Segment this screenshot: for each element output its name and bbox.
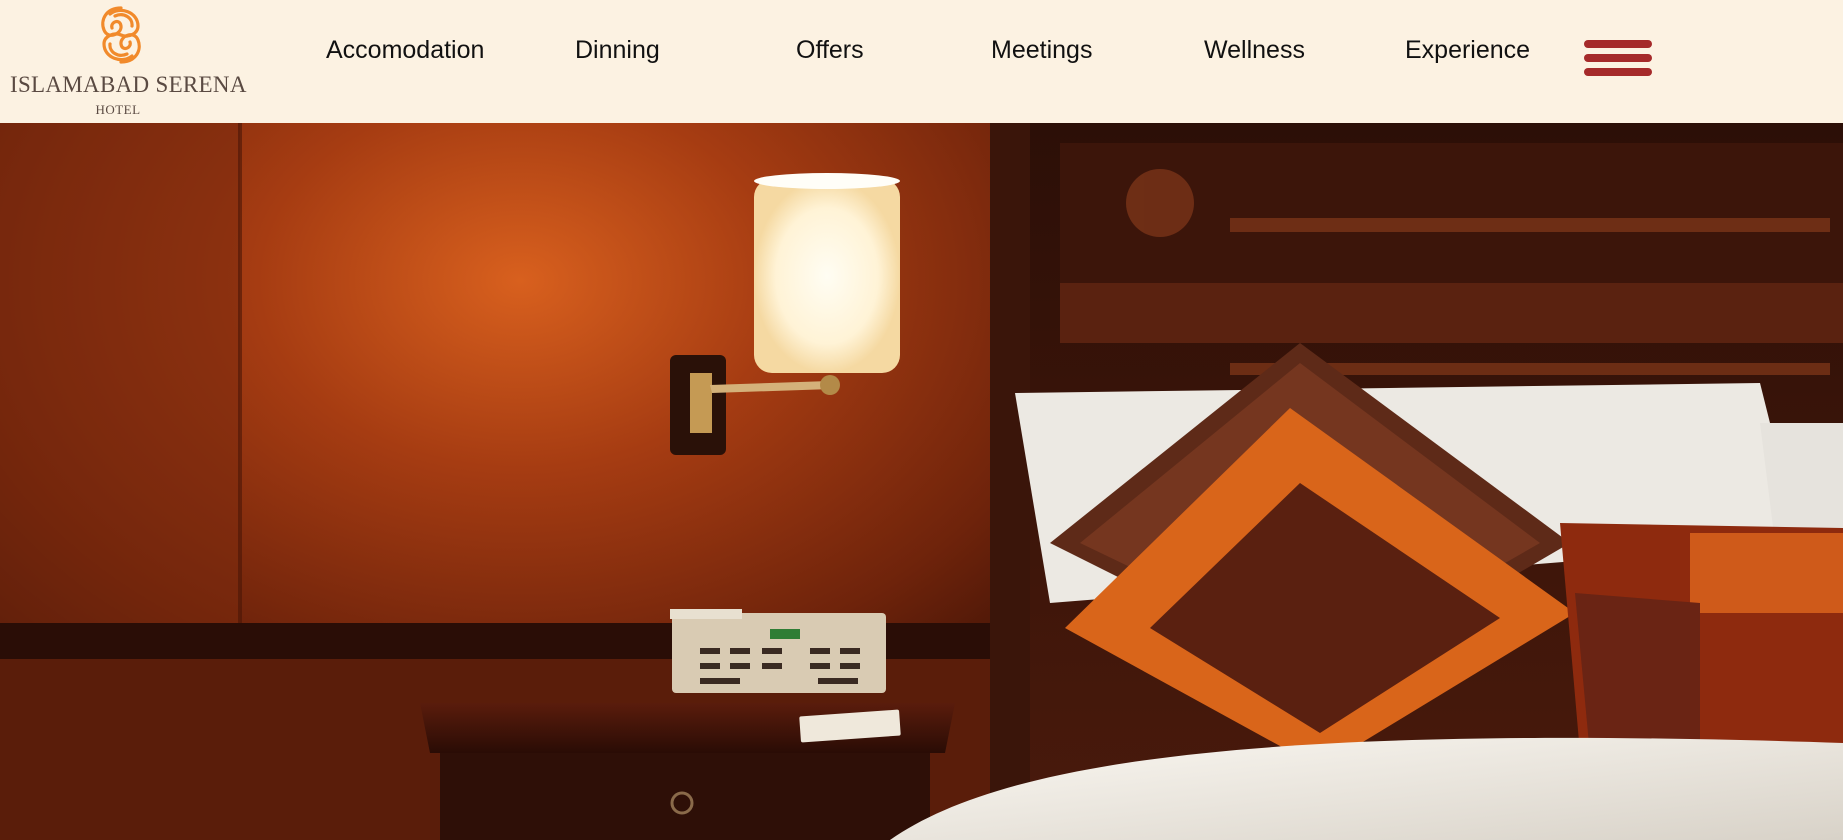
hero-image <box>0 123 1843 840</box>
nav-item-offers[interactable]: Offers <box>796 36 864 65</box>
nav-item-wellness[interactable]: Wellness <box>1204 36 1305 65</box>
nav-item-experience[interactable]: Experience <box>1405 36 1530 65</box>
nav-item-accomodation[interactable]: Accomodation <box>326 36 484 65</box>
hotel-room-photo <box>0 123 1843 840</box>
hamburger-menu-icon[interactable] <box>1584 40 1654 82</box>
site-header: ISLAMABAD SERENA HOTEL Accomodation Dinn… <box>0 0 1843 123</box>
brand-name: ISLAMABAD SERENA <box>10 72 247 97</box>
nav-item-meetings[interactable]: Meetings <box>991 36 1092 65</box>
brand-logo[interactable]: ISLAMABAD SERENA HOTEL <box>10 2 247 120</box>
serena-logo-icon <box>101 6 141 64</box>
brand-subtitle: HOTEL <box>95 102 141 117</box>
nav-item-dinning[interactable]: Dinning <box>575 36 660 65</box>
